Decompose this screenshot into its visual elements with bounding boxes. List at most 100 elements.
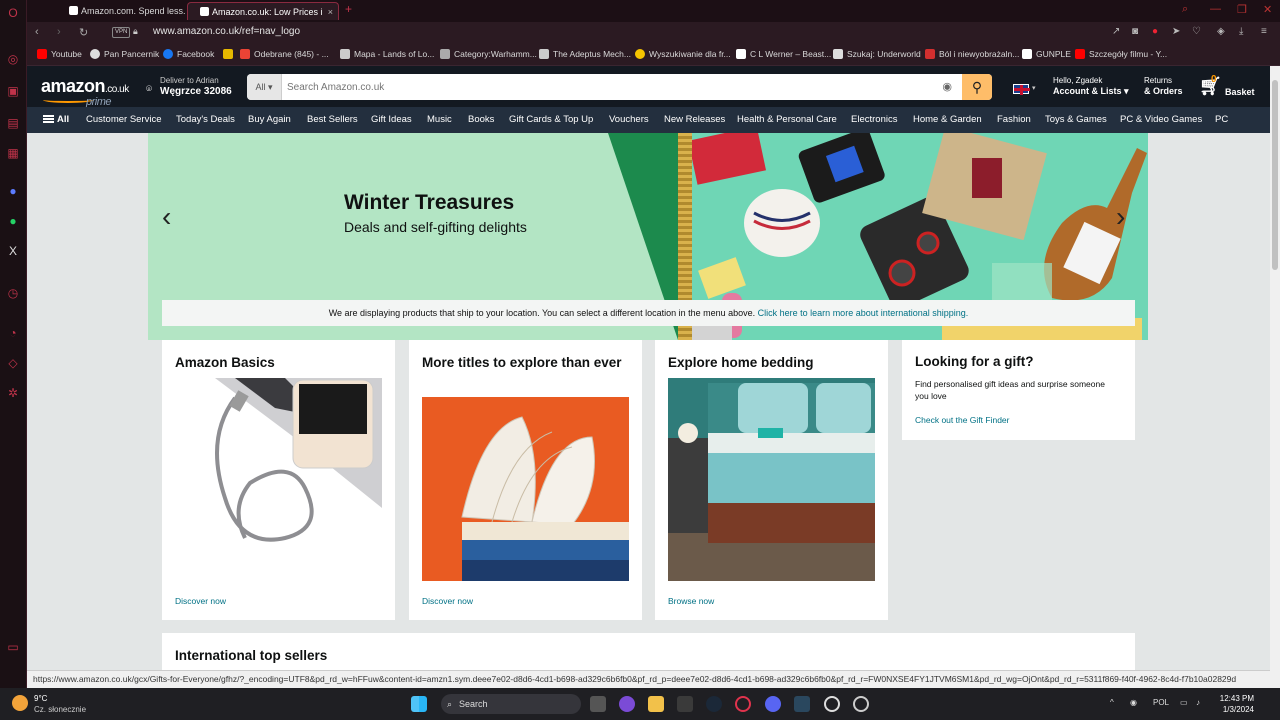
forward-icon[interactable]: ›	[57, 26, 61, 38]
file-explorer-icon[interactable]	[648, 696, 664, 712]
menu-icon[interactable]: ≡	[1261, 26, 1267, 37]
more-icon[interactable]: ▭	[6, 640, 20, 654]
bookmark-bol[interactable]: Ból i niewyobrażaln...	[925, 49, 1019, 59]
history-icon[interactable]: ◷	[6, 286, 20, 300]
settings-gear-icon[interactable]: ✲	[6, 386, 20, 400]
clock-icon[interactable]: ◔	[6, 326, 20, 340]
network-icon[interactable]: ▭	[1180, 698, 1188, 707]
card-home-bedding[interactable]: Explore home bedding Browse now	[655, 340, 888, 620]
subnav-gift-cards[interactable]: Gift Cards & Top Up	[509, 114, 593, 125]
subnav-electronics[interactable]: Electronics	[851, 114, 897, 125]
subnav-health[interactable]: Health & Personal Care	[737, 114, 837, 125]
card-amazon-basics[interactable]: Amazon Basics Discover now	[162, 340, 395, 620]
bookmark-warhammer[interactable]: Category:Warhamm...	[440, 49, 537, 59]
subnav-fashion[interactable]: Fashion	[997, 114, 1031, 125]
tray-app-icon[interactable]: ◉	[1130, 698, 1137, 707]
reload-icon[interactable]: ↻	[79, 26, 88, 39]
steam-icon[interactable]	[706, 696, 722, 712]
x-icon[interactable]: X	[6, 244, 20, 258]
gift-finder-card[interactable]: Looking for a gift? Find personalised gi…	[902, 340, 1135, 440]
camera-icon[interactable]: ◙	[1132, 26, 1138, 37]
subnav-gift-ideas[interactable]: Gift Ideas	[371, 114, 412, 125]
subnav-pc[interactable]: PC	[1215, 114, 1228, 125]
bookmark-underworld[interactable]: Szukaj: Underworld	[833, 49, 921, 59]
box-icon[interactable]: ◇	[6, 356, 20, 370]
lock-icon[interactable]: 🔒︎	[133, 26, 138, 37]
language-indicator[interactable]: POL	[1153, 698, 1169, 707]
bookmark-adeptus[interactable]: The Adeptus Mech...	[539, 49, 631, 59]
chevron-down-icon[interactable]: ▾	[1032, 84, 1036, 92]
subnav-todays-deals[interactable]: Today's Deals	[176, 114, 235, 125]
tab-amazon-com[interactable]: Amazon.com. Spend less. S	[57, 2, 185, 20]
speed-dial-icon[interactable]: ◎	[6, 52, 20, 66]
close-tab-icon[interactable]: ×	[328, 3, 333, 20]
heart-icon[interactable]: ♡	[1192, 26, 1201, 37]
scrollbar-thumb[interactable]	[1272, 80, 1278, 270]
card-image[interactable]	[175, 378, 382, 581]
card-image[interactable]	[422, 397, 632, 581]
uk-flag-icon[interactable]	[1013, 84, 1030, 95]
close-window-icon[interactable]: ✕	[1263, 3, 1272, 16]
search-button[interactable]: ⚲	[962, 74, 992, 100]
tab-amazon-co-uk[interactable]: Amazon.co.uk: Low Prices i ×	[187, 2, 339, 20]
subnav-music[interactable]: Music	[427, 114, 452, 125]
store-icon[interactable]	[677, 696, 693, 712]
page-scrollbar[interactable]	[1270, 66, 1280, 688]
restore-icon[interactable]: ❐	[1237, 3, 1247, 16]
teams-icon[interactable]	[619, 696, 635, 712]
search-tabs-icon[interactable]: ⌕	[1182, 3, 1188, 16]
bookmark-pan-pancernik[interactable]: Pan Pancernik	[90, 49, 159, 59]
search-input[interactable]	[287, 74, 927, 100]
bookmark-wyszukiwanie[interactable]: Wyszukiwanie dla fr...	[635, 49, 731, 59]
browse-now-link[interactable]: Browse now	[668, 596, 714, 606]
bookmark-szczegoly[interactable]: Szczegóły filmu - Y...	[1075, 49, 1167, 59]
discover-now-link[interactable]: Discover now	[422, 596, 473, 606]
account-lists[interactable]: Hello, Zgadek Account & Lists ▾	[1053, 76, 1129, 97]
search-category-dropdown[interactable]: All ▾	[247, 74, 282, 100]
taskbar-search[interactable]: ⌕ Search	[441, 694, 581, 714]
settings-gear-icon[interactable]	[824, 696, 840, 712]
subnav-buy-again[interactable]: Buy Again	[248, 114, 291, 125]
camera-search-icon[interactable]: ◉	[942, 80, 952, 93]
bookmark-facebook[interactable]: Facebook	[163, 49, 214, 59]
bookmark-unnamed[interactable]	[223, 49, 237, 59]
subnav-toys-games[interactable]: Toys & Games	[1045, 114, 1107, 125]
bookmark-mapa[interactable]: Mapa - Lands of Lo...	[340, 49, 434, 59]
url-field[interactable]: www.amazon.co.uk/ref=nav_logo	[153, 26, 300, 37]
subnav-pc-video-games[interactable]: PC & Video Games	[1120, 114, 1202, 125]
subnav-best-sellers[interactable]: Best Sellers	[307, 114, 358, 125]
vpn-badge[interactable]: VPN	[112, 27, 131, 38]
bookmark-gmail[interactable]: Odebrane (845) - ...	[240, 49, 329, 59]
subnav-books[interactable]: Books	[468, 114, 494, 125]
windows-start-icon[interactable]	[411, 696, 427, 712]
messenger-icon[interactable]: ●	[6, 184, 20, 198]
download-icon[interactable]: ⤓	[1239, 26, 1243, 37]
carousel-prev-arrow-icon[interactable]: ‹	[162, 201, 171, 233]
twitch-icon[interactable]: ▤	[6, 116, 20, 130]
bag-icon[interactable]: ▣	[6, 84, 20, 98]
send-icon[interactable]: ➤	[1172, 26, 1180, 37]
international-shipping-link[interactable]: Click here to learn more about internati…	[758, 308, 969, 318]
player-icon[interactable]: ▦	[6, 146, 20, 160]
amazon-logo[interactable]: amazon.co.uk prime	[41, 76, 129, 108]
volume-icon[interactable]: ♪	[1196, 698, 1200, 707]
bookmark-youtube[interactable]: Youtube	[37, 49, 82, 59]
subnav-all[interactable]: All	[43, 114, 69, 125]
discover-now-link[interactable]: Discover now	[175, 596, 226, 606]
opera-logo-icon[interactable]: O	[6, 6, 20, 20]
cube-icon[interactable]: ◈	[1217, 26, 1225, 37]
steam-alt-icon[interactable]	[794, 696, 810, 712]
card-more-titles[interactable]: More titles to explore than ever Discove…	[409, 340, 642, 620]
task-view-icon[interactable]	[590, 696, 606, 712]
bookmark-werner[interactable]: C L Werner – Beast...	[736, 49, 831, 59]
shield-icon[interactable]: ●	[1152, 26, 1158, 37]
gift-finder-link[interactable]: Check out the Gift Finder	[915, 415, 1010, 425]
subnav-new-releases[interactable]: New Releases	[664, 114, 725, 125]
card-image[interactable]	[668, 378, 875, 581]
minimize-icon[interactable]: —	[1210, 3, 1221, 15]
bookmark-gunple[interactable]: GUNPLE	[1022, 49, 1071, 59]
opera-gx-icon[interactable]	[735, 696, 751, 712]
tray-chevron-icon[interactable]: ^	[1110, 698, 1114, 707]
returns-orders[interactable]: Returns & Orders	[1144, 76, 1183, 96]
new-tab-icon[interactable]: +	[345, 2, 352, 16]
